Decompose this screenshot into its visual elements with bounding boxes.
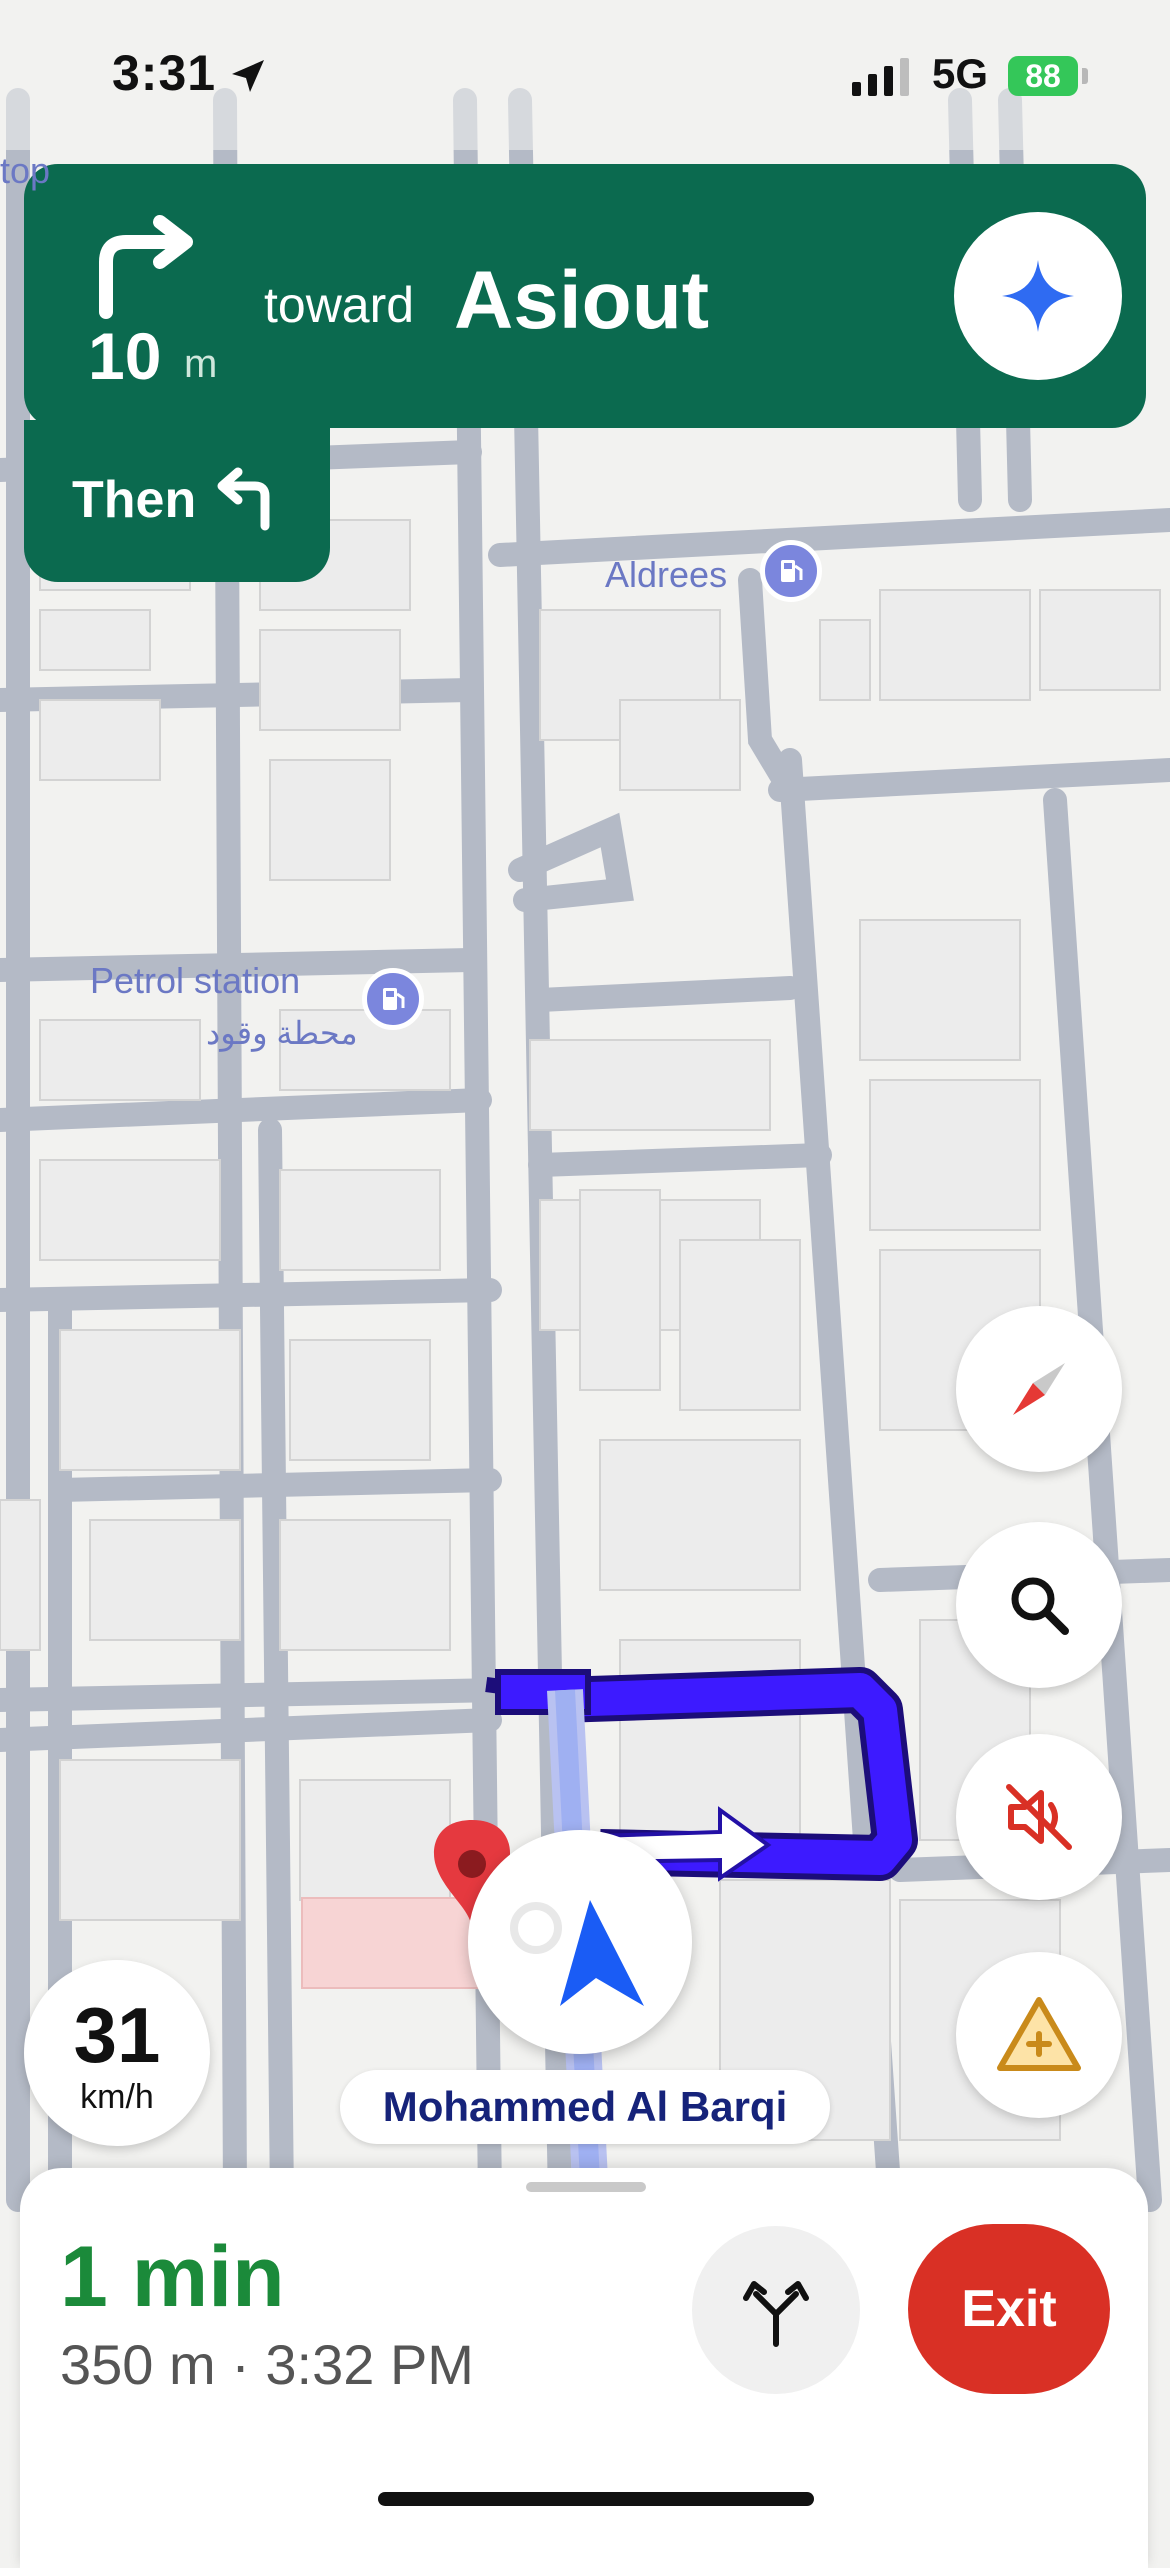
search-button[interactable]: [956, 1522, 1122, 1688]
compass-button[interactable]: [956, 1306, 1122, 1472]
gemini-sparkle-icon: [1002, 260, 1074, 332]
sound-muted-icon: [1006, 1784, 1072, 1850]
turn-right-icon: [99, 215, 193, 319]
network-type: 5G: [932, 50, 989, 97]
fuel-icon[interactable]: [362, 968, 424, 1030]
search-icon: [1011, 1577, 1069, 1635]
speed-unit: km/h: [80, 2078, 154, 2116]
map-label-partial: top: [0, 150, 51, 191]
exit-button[interactable]: Exit: [908, 2224, 1110, 2394]
report-incident-icon: [997, 1997, 1081, 2071]
compass-icon: [1013, 1363, 1065, 1415]
speedometer: 31 km/h: [24, 1960, 210, 2146]
status-time: 3:31: [112, 45, 217, 101]
speed-value: 31: [73, 1991, 161, 2079]
map-label-aldrees[interactable]: Aldrees: [605, 554, 727, 596]
eta-duration: 1 min: [60, 2229, 285, 2325]
alternate-routes-button[interactable]: [692, 2226, 860, 2394]
gemini-button[interactable]: [954, 212, 1122, 380]
cellular-signal-icon: [852, 56, 909, 96]
then-maneuver[interactable]: Then: [24, 420, 330, 582]
toward-street: Asiout: [454, 255, 710, 346]
fuel-icon[interactable]: [760, 540, 822, 602]
current-street-label: Mohammed Al Barqi: [340, 2070, 830, 2144]
maneuver-banner[interactable]: 10 m toward Asiout: [24, 164, 1146, 428]
turn-left-icon: [217, 467, 270, 531]
battery-cap: [1082, 68, 1088, 84]
status-bar: 3:31 5G 88: [0, 0, 1170, 150]
sound-button[interactable]: [956, 1734, 1122, 1900]
maneuver-distance: 10: [88, 319, 162, 393]
toward-label: toward: [264, 277, 415, 333]
maneuver-distance-unit: m: [184, 342, 218, 386]
then-label: Then: [72, 471, 197, 529]
sheet-handle[interactable]: [526, 2182, 646, 2192]
trip-details: 350 m · 3:32 PM: [60, 2333, 474, 2396]
report-incident-button[interactable]: [956, 1952, 1122, 2118]
battery-indicator: 88: [1008, 56, 1078, 96]
trip-summary-sheet[interactable]: 1 min 350 m · 3:32 PM Exit: [20, 2168, 1148, 2568]
map-label-petrol-station-ar: محطة وقود: [206, 1015, 358, 1051]
current-location-puck[interactable]: [468, 1830, 692, 2054]
home-indicator[interactable]: [378, 2492, 814, 2506]
map-label-petrol-station[interactable]: Petrol station: [90, 960, 300, 1002]
alternate-routes-icon: [743, 2281, 809, 2347]
location-arrow-icon: [232, 60, 264, 92]
navigation-arrow-icon: [510, 1900, 644, 2006]
